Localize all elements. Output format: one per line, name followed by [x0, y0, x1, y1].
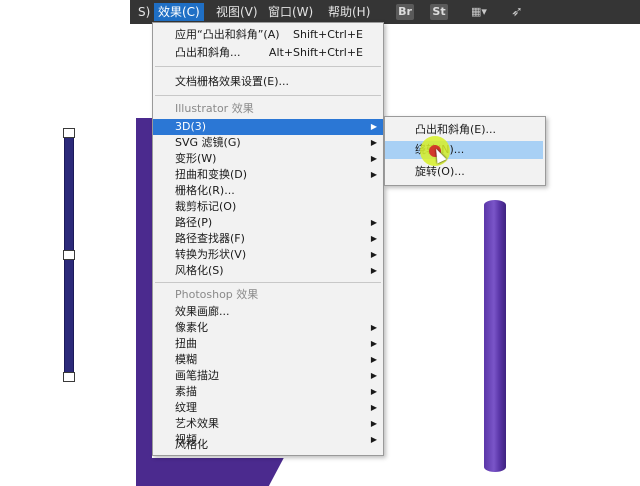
shortcut-label: Alt+Shift+Ctrl+E	[268, 46, 363, 59]
menu-separator	[155, 66, 381, 67]
menu-item-pathfinder[interactable]: 路径查找器(F) ▶	[153, 231, 383, 247]
bridge-icon[interactable]: Br	[396, 4, 414, 20]
submenu-arrow-icon: ▶	[370, 339, 377, 348]
submenu-arrow-icon: ▶	[370, 403, 377, 412]
menu-item-sketch[interactable]: 素描 ▶	[153, 384, 383, 400]
3d-cylinder-shape[interactable]	[484, 200, 506, 472]
submenu-arrow-icon: ▶	[370, 250, 377, 259]
menu-item-label: 路径查找器(F)	[175, 232, 245, 245]
menu-item-label: 路径(P)	[175, 216, 213, 229]
menu-item-label: SVG 滤镜(G)	[175, 136, 241, 149]
selection-handle-top[interactable]	[63, 128, 75, 138]
menu-item-path[interactable]: 路径(P) ▶	[153, 215, 383, 231]
menu-item-warp[interactable]: 变形(W) ▶	[153, 151, 383, 167]
submenu-arrow-icon: ▶	[370, 355, 377, 364]
3d-submenu: 凸出和斜角(E)... 绕转(N)... 旋转(O)...	[384, 116, 546, 186]
submenu-arrow-icon: ▶	[370, 234, 377, 243]
submenu-arrow-icon: ▶	[370, 323, 377, 332]
menu-item-label: 凸出和斜角...	[175, 46, 241, 59]
submenu-arrow-icon: ▶	[370, 371, 377, 380]
menu-view[interactable]: 视图(V)	[212, 3, 262, 21]
menu-item-label: 素描	[175, 385, 197, 398]
submenu-item-extrude-bevel[interactable]: 凸出和斜角(E)...	[385, 121, 545, 139]
menu-separator	[155, 282, 381, 283]
menu-select[interactable]: S)	[134, 3, 154, 21]
menu-item-stylize-ps-label[interactable]: 风格化	[153, 437, 383, 453]
menu-item-effect-gallery[interactable]: 效果画廊...	[153, 304, 383, 320]
menu-item-label: 效果画廊...	[175, 305, 230, 318]
menu-item-texture[interactable]: 纹理 ▶	[153, 400, 383, 416]
menu-help[interactable]: 帮助(H)	[324, 3, 374, 21]
menu-item-label: 文档栅格效果设置(E)...	[175, 75, 290, 88]
selection-handle-bottom[interactable]	[63, 372, 75, 382]
submenu-arrow-icon: ▶	[370, 170, 377, 179]
menu-item-convert-to-shape[interactable]: 转换为形状(V) ▶	[153, 247, 383, 263]
stock-icon[interactable]: St	[430, 4, 448, 20]
photoshop-effects-header: Photoshop 效果	[175, 288, 259, 301]
menu-item-label: 3D(3)	[175, 120, 207, 133]
menu-separator	[155, 95, 381, 96]
menu-item-stylize-ai[interactable]: 风格化(S) ▶	[153, 263, 383, 279]
submenu-arrow-icon: ▶	[370, 218, 377, 227]
menu-item-label: 纹理	[175, 401, 197, 414]
arrange-documents-icon[interactable]: ▦▾	[464, 4, 494, 20]
application-menubar: S) 效果(C) 视图(V) 窗口(W) 帮助(H) Br St ▦▾ ➶	[130, 0, 640, 24]
menu-item-label: 裁剪标记(O)	[175, 200, 237, 213]
shortcut-label: Shift+Ctrl+E	[293, 28, 363, 41]
menu-item-brush-strokes[interactable]: 画笔描边 ▶	[153, 368, 383, 384]
submenu-arrow-icon: ▶	[370, 266, 377, 275]
menu-item-distort[interactable]: 扭曲 ▶	[153, 336, 383, 352]
menu-item-label: 风格化(S)	[175, 264, 224, 277]
submenu-arrow-icon: ▶	[370, 122, 377, 131]
submenu-arrow-icon: ▶	[370, 138, 377, 147]
selection-handle-middle[interactable]	[63, 250, 75, 260]
menu-item-label: 变形(W)	[175, 152, 217, 165]
menu-item-distort-transform[interactable]: 扭曲和变换(D) ▶	[153, 167, 383, 183]
menu-window[interactable]: 窗口(W)	[264, 3, 317, 21]
effect-menu: 应用“凸出和斜角”(A) Shift+Ctrl+E 凸出和斜角... Alt+S…	[152, 22, 384, 456]
illustrator-effects-header: Illustrator 效果	[175, 102, 254, 115]
menu-item-label: 扭曲和变换(D)	[175, 168, 248, 181]
menu-item-label: 转换为形状(V)	[175, 248, 247, 261]
menu-item-rasterize[interactable]: 栅格化(R)...	[153, 183, 383, 199]
menu-item-pixelate[interactable]: 像素化 ▶	[153, 320, 383, 336]
submenu-item-revolve[interactable]: 绕转(N)...	[385, 141, 543, 159]
menu-item-label: 应用“凸出和斜角”(A)	[175, 28, 280, 41]
menu-item-svg-filters[interactable]: SVG 滤镜(G) ▶	[153, 135, 383, 151]
submenu-item-rotate[interactable]: 旋转(O)...	[385, 163, 545, 181]
menu-item-label: 艺术效果	[175, 417, 219, 430]
submenu-arrow-icon: ▶	[370, 154, 377, 163]
menu-item-apply-last-effect[interactable]: 应用“凸出和斜角”(A) Shift+Ctrl+E	[153, 27, 383, 43]
menu-item-blur[interactable]: 模糊 ▶	[153, 352, 383, 368]
menu-item-label: 画笔描边	[175, 369, 219, 382]
menu-item-raster-settings[interactable]: 文档栅格效果设置(E)...	[153, 74, 383, 90]
submenu-arrow-icon: ▶	[370, 387, 377, 396]
menu-item-label: 像素化	[175, 321, 208, 334]
menu-effect[interactable]: 效果(C)	[154, 3, 204, 21]
send-icon[interactable]: ➶	[508, 4, 526, 20]
menu-item-label: 栅格化(R)...	[175, 184, 235, 197]
submenu-arrow-icon: ▶	[370, 419, 377, 428]
menu-item-crop-marks[interactable]: 裁剪标记(O)	[153, 199, 383, 215]
menu-item-label: 模糊	[175, 353, 197, 366]
menu-item-3d[interactable]: 3D(3) ▶	[153, 119, 383, 135]
menu-item-label: 扭曲	[175, 337, 197, 350]
menu-item-artistic[interactable]: 艺术效果 ▶	[153, 416, 383, 432]
menu-item-last-effect[interactable]: 凸出和斜角... Alt+Shift+Ctrl+E	[153, 45, 383, 61]
